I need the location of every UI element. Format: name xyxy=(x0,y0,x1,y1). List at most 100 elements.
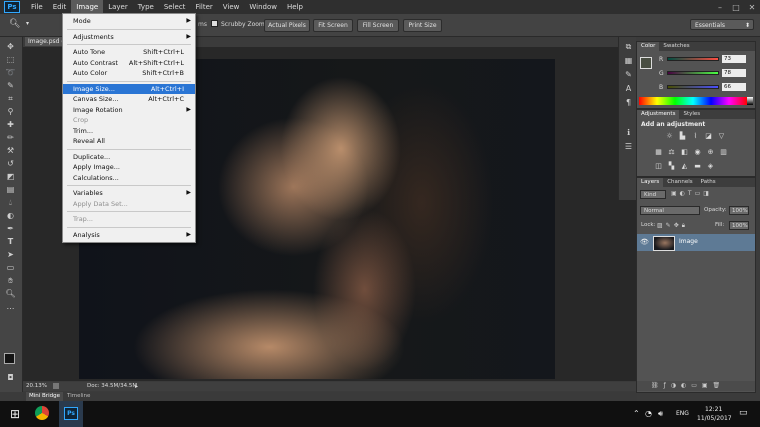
tool-preset-arrow-icon[interactable]: ▾ xyxy=(26,20,29,27)
tab-timeline[interactable]: Timeline xyxy=(67,392,90,401)
selective-color-icon[interactable]: ◈ xyxy=(706,162,715,170)
color-balance-icon[interactable]: ⚖ xyxy=(667,148,676,156)
menu-select[interactable]: Select xyxy=(159,0,191,14)
green-slider[interactable] xyxy=(667,71,719,75)
levels-icon[interactable]: ▙ xyxy=(678,132,687,140)
exposure-icon[interactable]: ◪ xyxy=(704,132,713,140)
layer-name[interactable]: Image xyxy=(679,238,698,245)
menu-item-image-rotation[interactable]: Image Rotation ▶ xyxy=(63,105,195,115)
dodge-tool-icon[interactable]: ◐ xyxy=(4,210,17,221)
menu-item-auto-color[interactable]: Auto Color Shift+Ctrl+B xyxy=(63,68,195,78)
quick-mask-icon[interactable]: ◘ xyxy=(4,372,17,383)
layers-footer-icons[interactable]: ⛓ƒ◑◐▭▣🗑︎ xyxy=(637,381,755,391)
character-panel-icon[interactable]: A xyxy=(622,83,635,94)
healing-tool-icon[interactable]: ✚ xyxy=(4,119,17,130)
status-icon[interactable] xyxy=(53,383,59,389)
brush-tool-icon[interactable]: ✏ xyxy=(4,132,17,143)
quick-select-tool-icon[interactable]: ✎ xyxy=(4,80,17,91)
green-value[interactable]: 78 xyxy=(722,69,746,77)
minimize-button[interactable]: – xyxy=(712,3,728,12)
channel-mixer-icon[interactable]: ⊕ xyxy=(706,148,715,156)
threshold-icon[interactable]: ◭ xyxy=(680,162,689,170)
menu-item-analysis[interactable]: Analysis ▶ xyxy=(63,230,195,240)
brush-panel-icon[interactable]: ✎ xyxy=(622,69,635,80)
blur-tool-icon[interactable]: 💧︎ xyxy=(4,197,17,208)
blue-slider[interactable] xyxy=(667,85,719,89)
path-selection-tool-icon[interactable]: ➤ xyxy=(4,249,17,260)
volume-icon[interactable]: 🔊︎ xyxy=(658,409,663,419)
type-tool-icon[interactable]: T xyxy=(4,236,17,247)
actual-pixels-button[interactable]: Actual Pixels xyxy=(264,19,310,32)
menu-item-mode[interactable]: Mode ▶ xyxy=(63,16,195,26)
menu-item-canvas-size[interactable]: Canvas Size... Alt+Ctrl+C xyxy=(63,94,195,104)
menu-window[interactable]: Window xyxy=(244,0,282,14)
lasso-tool-icon[interactable]: ➰ xyxy=(4,67,17,78)
menu-layer[interactable]: Layer xyxy=(103,0,133,14)
fit-screen-button[interactable]: Fit Screen xyxy=(313,19,353,32)
menu-filter[interactable]: Filter xyxy=(190,0,217,14)
zoom-tool-icon[interactable]: 🔍︎ xyxy=(4,288,17,299)
hue-saturation-icon[interactable]: ▦ xyxy=(654,148,663,156)
windows-start-icon[interactable]: ⊞ xyxy=(10,407,20,421)
menu-help[interactable]: Help xyxy=(282,0,308,14)
grayscale-ramp[interactable] xyxy=(747,97,753,105)
tab-styles[interactable]: Styles xyxy=(679,111,704,117)
tray-chevron-up-icon[interactable]: ⌃ xyxy=(633,409,640,418)
tab-channels[interactable]: Channels xyxy=(663,179,696,185)
menu-item-auto-tone[interactable]: Auto Tone Shift+Ctrl+L xyxy=(63,47,195,57)
clone-stamp-tool-icon[interactable]: ⚒ xyxy=(4,145,17,156)
menu-item-trim[interactable]: Trim... xyxy=(63,126,195,136)
more-tools-icon[interactable]: … xyxy=(4,301,17,312)
menu-item-apply-image[interactable]: Apply Image... xyxy=(63,162,195,172)
crop-tool-icon[interactable]: ⌗ xyxy=(4,93,17,104)
opacity-input[interactable]: 100% xyxy=(729,206,749,215)
chrome-icon[interactable] xyxy=(35,406,49,420)
menu-item-reveal-all[interactable]: Reveal All xyxy=(63,136,195,146)
tab-paths[interactable]: Paths xyxy=(697,179,720,185)
paragraph-panel-icon[interactable]: ¶ xyxy=(622,97,635,108)
menu-view[interactable]: View xyxy=(218,0,245,14)
menu-item-auto-contrast[interactable]: Auto Contrast Alt+Shift+Ctrl+L xyxy=(63,58,195,68)
black-white-icon[interactable]: ◧ xyxy=(680,148,689,156)
red-value[interactable]: 73 xyxy=(722,55,746,63)
zoom-level[interactable]: 20.13% xyxy=(26,382,47,391)
marquee-tool-icon[interactable]: ⬚ xyxy=(4,54,17,65)
menu-item-image-size[interactable]: Image Size... Alt+Ctrl+I xyxy=(63,83,195,94)
blue-value[interactable]: 66 xyxy=(722,83,746,91)
properties-panel-icon[interactable]: ▦ xyxy=(622,55,635,66)
foreground-color-chip[interactable] xyxy=(640,57,652,69)
layer-filter-select[interactable]: Kind xyxy=(640,190,666,199)
history-panel-icon[interactable]: ⧉ xyxy=(622,41,635,52)
network-icon[interactable]: ◔ xyxy=(645,409,652,418)
menu-item-variables[interactable]: Variables ▶ xyxy=(63,188,195,198)
maximize-button[interactable]: □ xyxy=(728,3,744,12)
hand-tool-icon[interactable]: ✋︎ xyxy=(4,275,17,286)
menu-item-adjustments[interactable]: Adjustments ▶ xyxy=(63,32,195,42)
print-size-button[interactable]: Print Size xyxy=(403,19,442,32)
blend-mode-select[interactable]: Normal xyxy=(640,206,700,215)
zoom-tool-icon[interactable]: 🔍︎ xyxy=(9,19,20,29)
color-lookup-icon[interactable]: ▥ xyxy=(719,148,728,156)
history-brush-tool-icon[interactable]: ↺ xyxy=(4,158,17,169)
menu-file[interactable]: File xyxy=(26,0,48,14)
posterize-icon[interactable]: ▚ xyxy=(667,162,676,170)
menu-type[interactable]: Type xyxy=(133,0,159,14)
eye-icon[interactable]: 👁︎ xyxy=(640,238,649,246)
brightness-contrast-icon[interactable]: ☼ xyxy=(665,132,674,140)
workspace-select[interactable]: Essentials ⬍ xyxy=(690,19,754,30)
eraser-tool-icon[interactable]: ◩ xyxy=(4,171,17,182)
move-tool-icon[interactable]: ✥ xyxy=(4,41,17,52)
notes-panel-icon[interactable]: ☰ xyxy=(622,141,635,152)
curves-icon[interactable]: ⌇ xyxy=(691,132,700,140)
eyedropper-tool-icon[interactable]: ⚲ xyxy=(4,106,17,117)
menu-item-duplicate[interactable]: Duplicate... xyxy=(63,152,195,162)
menu-item-calculations[interactable]: Calculations... xyxy=(63,173,195,183)
rectangle-tool-icon[interactable]: ▭ xyxy=(4,262,17,273)
red-slider[interactable] xyxy=(667,57,719,61)
lock-icons[interactable]: ▨✎✥🔒︎ xyxy=(657,222,688,230)
fill-screen-button[interactable]: Fill Screen xyxy=(357,19,399,32)
foreground-color-swatch[interactable] xyxy=(4,353,15,364)
clock-date[interactable]: 11/05/2017 xyxy=(697,415,732,422)
notifications-icon[interactable]: ▭ xyxy=(739,408,748,418)
tab-color[interactable]: Color xyxy=(637,42,660,51)
